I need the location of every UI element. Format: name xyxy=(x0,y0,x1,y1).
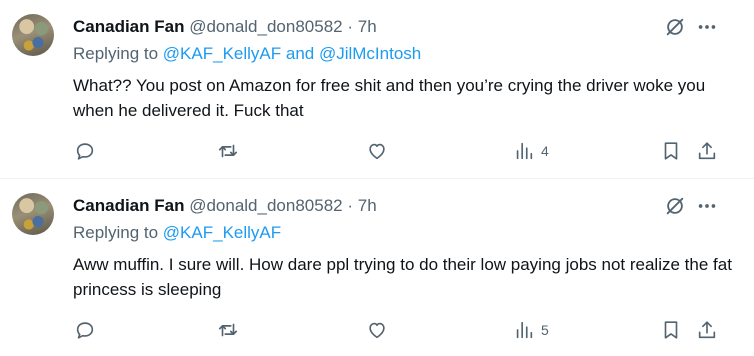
reply-icon xyxy=(76,143,94,160)
repost-button[interactable] xyxy=(217,318,239,342)
tweet-text: Aww muffin. I sure will. How dare ppl tr… xyxy=(73,255,732,299)
views-count: 5 xyxy=(541,322,549,338)
like-button[interactable] xyxy=(366,318,388,342)
bookmark-button[interactable] xyxy=(660,139,682,163)
views-button[interactable]: 5 xyxy=(513,318,549,342)
display-name[interactable]: Canadian Fan xyxy=(73,17,184,36)
views-button[interactable]: 4 xyxy=(513,139,549,163)
like-button[interactable] xyxy=(366,139,388,163)
separator: · xyxy=(347,17,354,36)
user-handle[interactable]: @donald_don80582 xyxy=(189,17,342,36)
replying-prefix: Replying to xyxy=(73,223,159,242)
replying-mentions[interactable]: @KAF_KellyAF xyxy=(163,223,281,242)
timestamp[interactable]: 7h xyxy=(358,17,377,36)
repost-button[interactable] xyxy=(217,139,239,163)
repost-icon xyxy=(218,144,238,158)
more-icon[interactable] xyxy=(696,16,718,38)
more-icon[interactable] xyxy=(696,195,718,217)
repost-icon xyxy=(218,323,238,337)
tweet-text: What?? You post on Amazon for free shit … xyxy=(73,76,706,120)
separator: · xyxy=(347,196,354,215)
views-count: 4 xyxy=(541,143,549,159)
bookmark-icon xyxy=(664,142,678,160)
display-name[interactable]: Canadian Fan xyxy=(73,196,184,215)
bookmark-icon xyxy=(664,321,678,339)
replying-mentions[interactable]: @KAF_KellyAF and @JilMcIntosh xyxy=(163,44,421,63)
share-button[interactable] xyxy=(696,139,718,163)
views-icon xyxy=(516,321,533,339)
user-handle[interactable]: @donald_don80582 xyxy=(189,196,342,215)
replying-prefix: Replying to xyxy=(73,44,159,63)
tweet[interactable]: Canadian Fan @donald_don80582 · 7h Reply… xyxy=(0,179,754,356)
timestamp[interactable]: 7h xyxy=(358,196,377,215)
tweet-header: Canadian Fan @donald_don80582 · 7h xyxy=(73,16,377,38)
like-icon xyxy=(369,143,385,160)
reply-button[interactable] xyxy=(74,318,96,342)
tweet-header: Canadian Fan @donald_don80582 · 7h xyxy=(73,195,377,217)
tweet[interactable]: Canadian Fan @donald_don80582 · 7h Reply… xyxy=(0,0,754,178)
grok-icon[interactable] xyxy=(664,16,686,38)
replying-to: Replying to @KAF_KellyAF xyxy=(73,222,281,244)
share-icon xyxy=(698,142,716,160)
replying-to: Replying to @KAF_KellyAF and @JilMcIntos… xyxy=(73,43,421,65)
views-icon xyxy=(516,142,533,160)
avatar[interactable] xyxy=(12,14,54,56)
reply-button[interactable] xyxy=(74,139,96,163)
share-button[interactable] xyxy=(696,318,718,342)
bookmark-button[interactable] xyxy=(660,318,682,342)
grok-icon[interactable] xyxy=(664,195,686,217)
like-icon xyxy=(369,322,385,339)
reply-icon xyxy=(76,322,94,339)
avatar[interactable] xyxy=(12,193,54,235)
share-icon xyxy=(698,321,716,339)
